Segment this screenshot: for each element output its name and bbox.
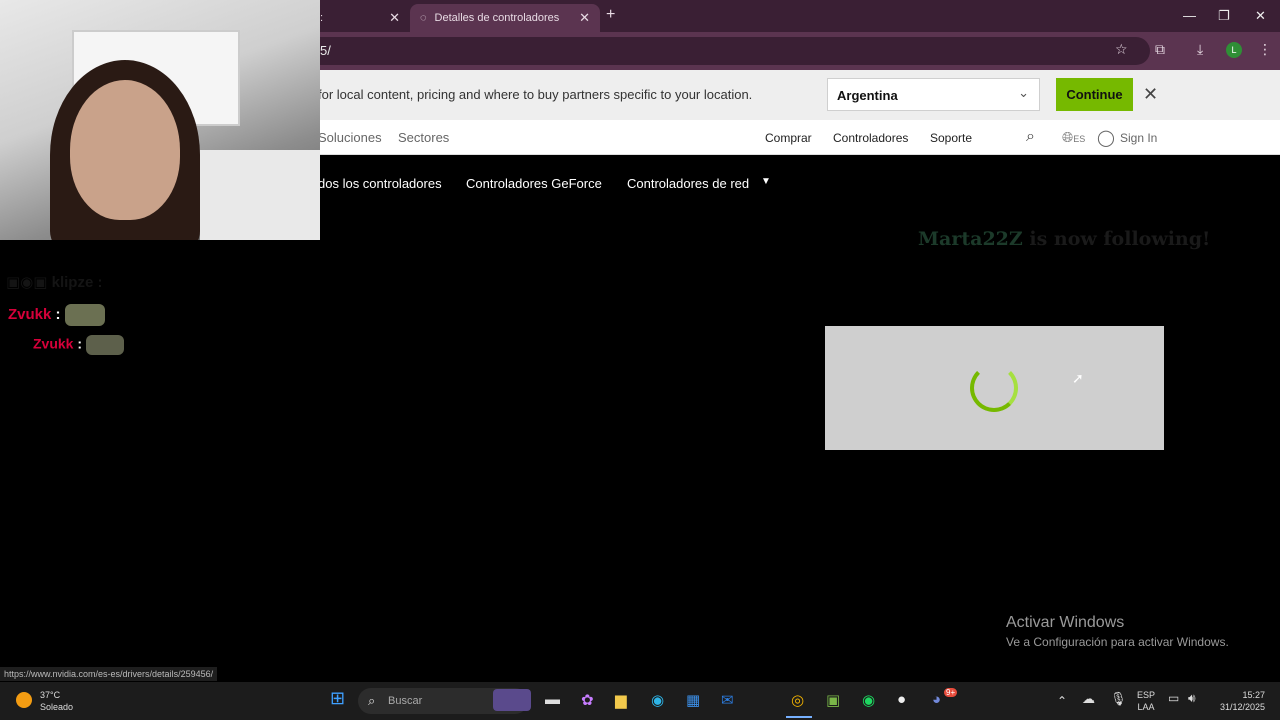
spotify-icon[interactable]: ◉ [862, 691, 875, 709]
outlook-icon[interactable]: ✉ [721, 691, 734, 709]
weather-desc: Soleado [40, 702, 74, 712]
extensions-icon[interactable]: ⧉ [1155, 41, 1165, 58]
face-shape [70, 80, 180, 220]
emote-icon [85, 335, 124, 355]
discord-icon[interactable]: ◕ [932, 691, 941, 708]
clock-date: 31/12/2025 [1219, 702, 1265, 712]
app-icon[interactable]: ▣ [826, 691, 840, 709]
bookmark-star-icon[interactable]: ☆ [1115, 41, 1128, 58]
follow-user: Marta22Z [918, 228, 1023, 250]
nav-item-soluciones[interactable]: Soluciones [318, 130, 382, 145]
loading-icon: ◌ [420, 12, 427, 24]
country-value: Argentina [837, 88, 898, 103]
follow-alert: Marta22Z is now following! [918, 228, 1210, 250]
tab-title: : [320, 12, 324, 24]
subnav-all-drivers[interactable]: dos los controladores [318, 176, 442, 191]
search-highlight-icon[interactable] [493, 689, 531, 711]
sign-in-link[interactable]: Sign In [1120, 131, 1157, 145]
edge-icon[interactable]: ◉ [651, 691, 664, 709]
emote-icon [64, 304, 105, 326]
language-code: ES [1073, 134, 1086, 144]
chat-badge-icon: ▣◉▣ [6, 274, 52, 291]
tab-previous[interactable]: : ✕ [320, 4, 410, 32]
subnav-geforce-drivers[interactable]: Controladores GeForce [466, 176, 602, 191]
subnav-network-drivers[interactable]: Controladores de red [627, 176, 749, 191]
volume-icon[interactable]: 🔊︎ [1188, 691, 1196, 706]
profile-avatar[interactable]: L [1226, 42, 1242, 58]
store-icon[interactable]: ▦ [686, 691, 700, 709]
chrome-icon[interactable]: ◎ [791, 691, 804, 709]
minimize-button[interactable]: — [1183, 8, 1196, 23]
close-icon[interactable]: ✕ [1143, 84, 1158, 105]
address-bar[interactable]: 5/ [300, 37, 1150, 65]
app-icon[interactable]: ● [897, 691, 906, 708]
language-icon[interactable]: 🌐︎ES [1062, 129, 1085, 146]
tab-title: Detalles de controladores [434, 12, 560, 24]
search-icon: ⌕ [368, 693, 376, 708]
windows-start-icon[interactable]: ⊞ [330, 688, 345, 709]
file-explorer-icon[interactable]: ▆ [615, 691, 627, 709]
download-icon[interactable]: ⤓ [1197, 41, 1203, 58]
active-app-indicator [786, 716, 812, 718]
chevron-down-icon: ⌄ [1018, 85, 1029, 100]
close-tab-icon[interactable]: ✕ [389, 10, 400, 26]
nav-item-soporte[interactable]: Soporte [930, 131, 972, 145]
chat-separator: : [77, 335, 83, 352]
clock[interactable]: 15:27 31/12/2025 [1215, 689, 1265, 713]
chevron-up-icon[interactable]: ⌃ [1057, 694, 1067, 708]
status-bar-url: https://www.nvidia.com/es-es/drivers/det… [0, 667, 218, 681]
search-placeholder: Buscar [388, 695, 423, 707]
search-icon[interactable]: ⌕ [1026, 128, 1035, 146]
activate-windows-watermark: Activar Windows Ve a Configuración para … [1006, 614, 1229, 649]
mouse-cursor-icon: ➚ [1072, 370, 1084, 386]
onedrive-icon[interactable]: ☁ [1082, 691, 1095, 707]
chat-separator: : [97, 274, 103, 291]
new-tab-button[interactable]: + [606, 6, 615, 24]
copilot-icon[interactable]: ✿ [581, 691, 594, 709]
menu-kebab-icon[interactable]: ⋮ [1258, 41, 1272, 58]
chat-user: Zvukk [33, 335, 74, 352]
chat-line: Zvukk : [8, 304, 105, 326]
caret-down-icon: ▼ [761, 176, 771, 187]
chat-separator: : [55, 305, 61, 323]
language-line2: LAA [1137, 702, 1155, 712]
chat-line: ▣◉▣ klipze : [6, 273, 102, 291]
activate-subtitle: Ve a Configuración para activar Windows. [1006, 635, 1229, 649]
microphone-icon[interactable]: 🎙︎ [1110, 691, 1127, 707]
chat-user: klipze [51, 274, 94, 291]
weather-widget[interactable]: 37°C Soleado [40, 689, 73, 713]
nav-item-sectores[interactable]: Sectores [398, 130, 449, 145]
webcam-overlay [0, 0, 320, 240]
tab-active[interactable]: ◌ Detalles de controladores ✕ [410, 4, 600, 32]
close-tab-icon[interactable]: ✕ [579, 10, 590, 26]
clock-time: 15:27 [1242, 690, 1265, 700]
close-window-button[interactable]: ✕ [1255, 8, 1266, 24]
continue-button[interactable]: Continue [1056, 78, 1133, 111]
chat-user: Zvukk [8, 305, 52, 323]
location-message: for local content, pricing and where to … [318, 87, 753, 102]
bed-shape [200, 150, 320, 240]
nav-item-controladores[interactable]: Controladores [833, 131, 908, 145]
task-view-icon[interactable]: ▬ [545, 691, 560, 708]
nav-item-comprar[interactable]: Comprar [765, 131, 812, 145]
language-indicator[interactable]: ESP LAA [1137, 689, 1155, 713]
chat-line: Zvukk : [33, 335, 124, 355]
follow-text: is now following! [1029, 228, 1211, 250]
activate-title: Activar Windows [1006, 614, 1125, 631]
country-select[interactable]: Argentina ⌄ [827, 78, 1040, 111]
weather-temp: 37°C [40, 690, 61, 700]
user-icon: ◯ [1097, 130, 1115, 147]
notification-badge: 9+ [944, 688, 958, 697]
restore-button[interactable]: ❐ [1218, 8, 1230, 24]
weather-sun-icon[interactable] [16, 692, 32, 708]
network-icon[interactable]: ▭ [1168, 691, 1179, 705]
language-line1: ESP [1137, 690, 1156, 700]
spinner-icon [970, 364, 1018, 412]
